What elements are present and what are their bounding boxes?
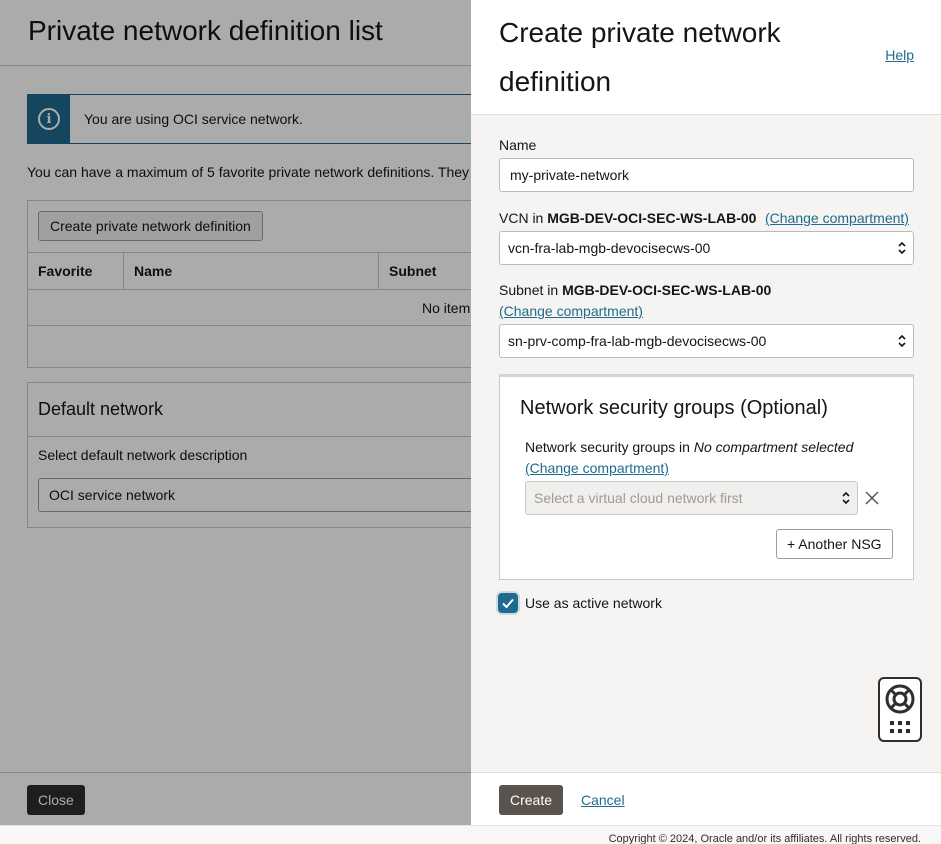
nsg-compartment-name: No compartment selected: [693, 439, 854, 455]
chevron-up-down-icon: [842, 491, 850, 505]
chevron-up-down-icon: [898, 334, 906, 348]
nsg-label: Network security groups in No compartmen…: [525, 439, 853, 455]
name-input[interactable]: my-private-network: [499, 158, 914, 192]
vcn-select-value: vcn-fra-lab-mgb-devocisecws-00: [508, 240, 711, 256]
lifebuoy-icon: [885, 684, 915, 733]
vcn-select[interactable]: vcn-fra-lab-mgb-devocisecws-00: [499, 231, 914, 265]
chevron-up-down-icon: [898, 241, 906, 255]
subnet-label-prefix: Subnet in: [499, 282, 559, 298]
help-widget[interactable]: [878, 677, 922, 742]
vcn-compartment-name: MGB-DEV-OCI-SEC-WS-LAB-00: [547, 210, 757, 226]
nsg-change-compartment-link[interactable]: (Change compartment): [525, 460, 669, 476]
create-button[interactable]: Create: [499, 785, 564, 815]
help-link[interactable]: Help: [885, 47, 914, 63]
drawer-footer: Create Cancel: [471, 772, 941, 825]
nsg-select-placeholder: Select a virtual cloud network first: [534, 490, 743, 506]
page-footer: Copyright © 2024, Oracle and/or its affi…: [0, 825, 941, 844]
vcn-label: VCN in MGB-DEV-OCI-SEC-WS-LAB-00: [499, 210, 756, 226]
drawer-header: Create private network definition Help: [471, 0, 941, 115]
copyright-text: Copyright © 2024, Oracle and/or its affi…: [608, 833, 921, 844]
create-network-drawer: Create private network definition Help N…: [471, 0, 941, 825]
add-another-nsg-button[interactable]: + Another NSG: [776, 529, 893, 559]
subnet-select[interactable]: sn-prv-comp-fra-lab-mgb-devocisecws-00: [499, 324, 914, 358]
use-as-active-network-label: Use as active network: [525, 595, 662, 611]
nsg-label-prefix: Network security groups in: [525, 439, 690, 455]
network-security-groups-card: Network security groups (Optional) Netwo…: [499, 374, 914, 580]
vcn-change-compartment-link[interactable]: (Change compartment): [765, 210, 909, 226]
subnet-label: Subnet in MGB-DEV-OCI-SEC-WS-LAB-00: [499, 282, 771, 298]
vcn-label-prefix: VCN in: [499, 210, 544, 226]
use-as-active-network-checkbox[interactable]: [498, 593, 518, 613]
checkmark-icon: [502, 598, 514, 609]
close-icon[interactable]: [864, 490, 880, 506]
nsg-select[interactable]: Select a virtual cloud network first: [525, 481, 858, 515]
drawer-title: Create private network definition: [499, 17, 781, 97]
cancel-link[interactable]: Cancel: [581, 792, 625, 808]
subnet-select-value: sn-prv-comp-fra-lab-mgb-devocisecws-00: [508, 333, 767, 349]
nsg-title: Network security groups (Optional): [520, 397, 828, 419]
subnet-change-compartment-link[interactable]: (Change compartment): [499, 303, 643, 319]
name-label: Name: [499, 137, 537, 153]
subnet-compartment-name: MGB-DEV-OCI-SEC-WS-LAB-00: [562, 282, 772, 298]
